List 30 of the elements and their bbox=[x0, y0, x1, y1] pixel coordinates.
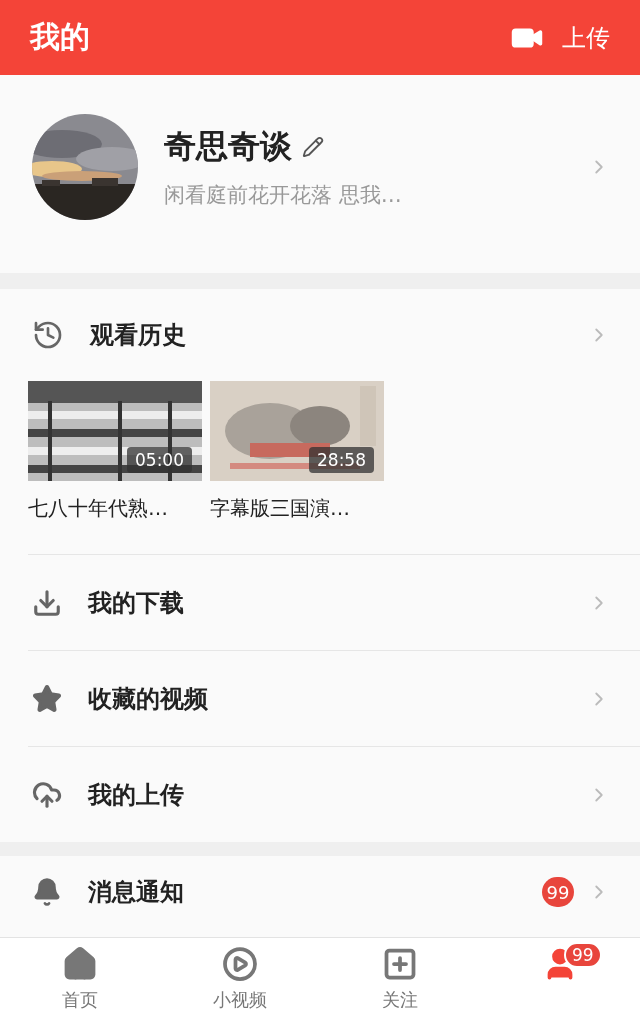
menu-item[interactable]: 收藏的视频 bbox=[0, 651, 640, 746]
count-badge: 99 bbox=[564, 942, 602, 968]
plus-icon bbox=[382, 946, 418, 982]
duration-label: 05:00 bbox=[127, 447, 192, 473]
star-icon bbox=[32, 683, 62, 714]
user-name: 奇思奇谈 bbox=[164, 126, 292, 167]
home-icon bbox=[62, 946, 98, 982]
tab[interactable]: 小视频 bbox=[160, 938, 320, 1017]
count-badge: 99 bbox=[542, 877, 574, 907]
tab[interactable]: 关注 bbox=[320, 938, 480, 1017]
video-card[interactable]: 28:58 字幕版三国演… bbox=[210, 381, 384, 522]
bell-icon bbox=[32, 877, 62, 907]
cloud-upload-icon bbox=[32, 779, 62, 810]
tab[interactable]: 首页 bbox=[0, 938, 160, 1017]
video-card[interactable]: 05:00 七八十年代熟… bbox=[28, 381, 202, 522]
history-icon bbox=[32, 319, 64, 351]
download-icon bbox=[32, 587, 62, 618]
edit-icon[interactable] bbox=[302, 136, 324, 158]
page-title: 我的 bbox=[30, 18, 91, 56]
menu-item[interactable]: 我的下载 bbox=[0, 555, 640, 650]
upload-button[interactable]: 上传 bbox=[510, 20, 610, 55]
history-title[interactable]: 观看历史 bbox=[90, 319, 588, 351]
user-bio: 闲看庭前花开花落 思我… bbox=[164, 182, 403, 209]
play-icon bbox=[222, 946, 258, 982]
tab[interactable]: 99 bbox=[480, 938, 640, 1017]
menu-item[interactable]: 我的上传 bbox=[0, 747, 640, 842]
video-title: 字幕版三国演… bbox=[210, 495, 351, 522]
menu-item[interactable]: 消息通知 99 bbox=[0, 856, 640, 928]
video-title: 七八十年代熟… bbox=[28, 495, 169, 522]
duration-label: 28:58 bbox=[309, 447, 374, 473]
